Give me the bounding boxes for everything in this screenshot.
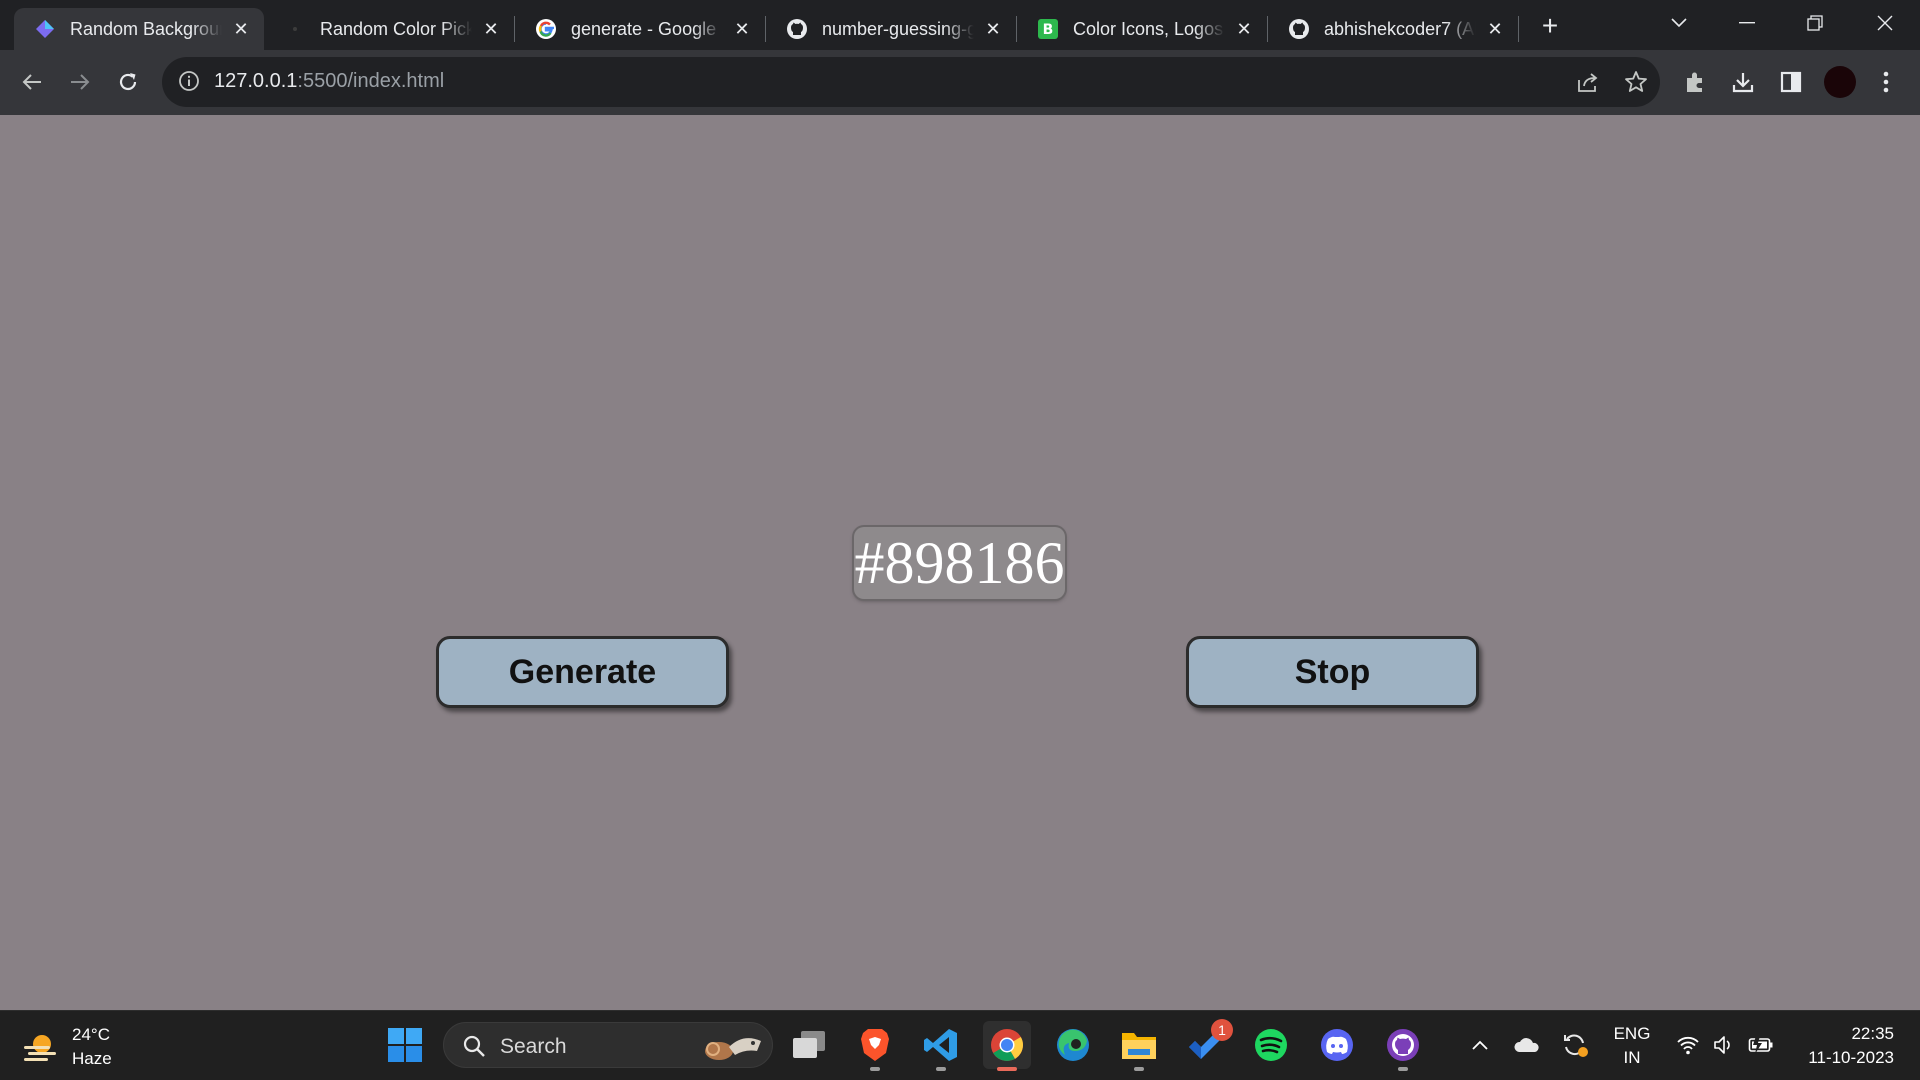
tab-number-guessing[interactable]: number-guessing-game ✕ bbox=[766, 8, 1016, 50]
weather-desc: Haze bbox=[72, 1049, 112, 1068]
stop-button[interactable]: Stop bbox=[1186, 636, 1479, 708]
tab-random-color-picker[interactable]: Random Color Picker ✕ bbox=[264, 8, 514, 50]
bookmark-star-icon[interactable] bbox=[1618, 64, 1654, 100]
discord-icon[interactable] bbox=[1313, 1021, 1361, 1069]
running-indicator bbox=[870, 1067, 880, 1071]
diamond-icon bbox=[34, 18, 56, 40]
blank-icon bbox=[284, 18, 306, 40]
todo-icon[interactable]: 1 bbox=[1181, 1019, 1233, 1069]
tab-title: Random Background bbox=[70, 18, 222, 39]
task-view-icon[interactable] bbox=[785, 1021, 833, 1069]
tab-random-background[interactable]: Random Background ✕ bbox=[14, 8, 264, 50]
tab-color-icons[interactable]: B Color Icons, Logos ✕ bbox=[1017, 8, 1267, 50]
vscode-icon[interactable] bbox=[917, 1021, 965, 1071]
tab-title: Color Icons, Logos bbox=[1073, 18, 1224, 39]
side-panel-icon[interactable] bbox=[1773, 64, 1809, 100]
google-icon bbox=[535, 18, 557, 40]
share-icon[interactable] bbox=[1570, 64, 1606, 100]
new-tab-button[interactable]: + bbox=[1534, 10, 1566, 42]
running-indicator bbox=[1134, 1067, 1144, 1071]
sync-icon[interactable] bbox=[1560, 1021, 1590, 1069]
clock-date: 11-10-2023 bbox=[1808, 1048, 1894, 1067]
haze-sun-icon bbox=[24, 1035, 56, 1061]
back-button[interactable] bbox=[14, 64, 50, 100]
tab-search-button[interactable] bbox=[1654, 6, 1704, 40]
fossil-highlight-icon bbox=[705, 1038, 761, 1060]
clock-time: 22:35 bbox=[1851, 1024, 1894, 1043]
menu-kebab-icon[interactable] bbox=[1868, 64, 1904, 100]
search-label: Search bbox=[500, 1035, 567, 1058]
minimize-button[interactable] bbox=[1722, 6, 1772, 40]
tab-google-search[interactable]: generate - Google Search ✕ bbox=[515, 8, 765, 50]
generate-button[interactable]: Generate bbox=[436, 636, 729, 708]
weather-widget[interactable]: 24°C Haze bbox=[22, 1023, 112, 1071]
url-path: :5500/index.html bbox=[297, 70, 445, 92]
tab-strip: Random Background ✕ Random Color Picker … bbox=[0, 0, 1920, 50]
extensions-icon[interactable] bbox=[1677, 64, 1713, 100]
running-indicator bbox=[997, 1067, 1017, 1071]
close-icon[interactable]: ✕ bbox=[982, 18, 1004, 40]
spotify-icon[interactable] bbox=[1247, 1021, 1295, 1069]
hex-color-display: #898186 bbox=[854, 527, 1065, 599]
restore-button[interactable] bbox=[1790, 6, 1840, 40]
lang-line1: ENG bbox=[1613, 1024, 1651, 1043]
tab-abhishekcoder7[interactable]: abhishekcoder7 (Abhishek) ✕ bbox=[1268, 8, 1518, 50]
url-host: 127.0.0.1 bbox=[214, 70, 298, 92]
file-explorer-icon[interactable] bbox=[1115, 1021, 1163, 1071]
avatar[interactable] bbox=[1824, 66, 1856, 98]
tab-separator bbox=[1518, 16, 1519, 42]
chevron-down-icon bbox=[1671, 18, 1687, 28]
svg-text:B: B bbox=[1043, 22, 1054, 38]
close-icon[interactable]: ✕ bbox=[480, 18, 502, 40]
chevron-up-icon[interactable] bbox=[1466, 1021, 1494, 1069]
github-desktop-icon[interactable] bbox=[1379, 1021, 1427, 1071]
tab-title: generate - Google Search bbox=[571, 18, 723, 39]
close-icon bbox=[1877, 15, 1893, 31]
info-icon bbox=[179, 71, 199, 91]
address-bar[interactable]: 127.0.0.1:5500/index.html bbox=[162, 57, 1660, 107]
forward-button[interactable] bbox=[62, 64, 98, 100]
brave-icon[interactable] bbox=[851, 1021, 899, 1071]
minimize-icon bbox=[1739, 22, 1755, 24]
tab-title: abhishekcoder7 (Abhishek) bbox=[1324, 18, 1476, 39]
weather-temp: 24°C bbox=[72, 1025, 110, 1044]
github-icon bbox=[1288, 18, 1310, 40]
arrow-right-icon bbox=[71, 74, 90, 90]
wifi-icon[interactable] bbox=[1674, 1021, 1702, 1069]
reload-icon bbox=[119, 73, 137, 91]
url-text: 127.0.0.1:5500/index.html bbox=[214, 70, 444, 93]
tab-title: Random Color Picker bbox=[320, 18, 472, 39]
github-icon bbox=[786, 18, 808, 40]
close-icon[interactable]: ✕ bbox=[731, 18, 753, 40]
battery-charging-icon[interactable] bbox=[1746, 1021, 1776, 1069]
windows-taskbar: 24°C Haze Search 1 ENG IN 22:35 11-10-20… bbox=[0, 1010, 1920, 1080]
notification-badge: 1 bbox=[1211, 1019, 1233, 1041]
lang-line2: IN bbox=[1623, 1048, 1641, 1067]
arrow-left-icon bbox=[22, 74, 41, 90]
onedrive-cloud-icon[interactable] bbox=[1512, 1021, 1542, 1069]
taskbar-search[interactable]: Search bbox=[443, 1022, 773, 1068]
system-clock[interactable]: 22:35 11-10-2023 bbox=[1790, 1022, 1894, 1070]
green-b-icon: B bbox=[1037, 18, 1059, 40]
running-indicator bbox=[1398, 1067, 1408, 1071]
reload-button[interactable] bbox=[110, 64, 146, 100]
close-window-button[interactable] bbox=[1860, 6, 1910, 40]
close-icon[interactable]: ✕ bbox=[1484, 18, 1506, 40]
edge-icon[interactable] bbox=[1049, 1021, 1097, 1069]
restore-icon bbox=[1807, 15, 1823, 31]
search-icon bbox=[463, 1035, 485, 1057]
page-viewport: #898186 Generate Stop bbox=[0, 115, 1920, 1010]
download-icon[interactable] bbox=[1725, 64, 1761, 100]
tab-title: number-guessing-game bbox=[822, 18, 974, 39]
close-icon[interactable]: ✕ bbox=[230, 18, 252, 40]
close-icon[interactable]: ✕ bbox=[1233, 18, 1255, 40]
windows-start-icon[interactable] bbox=[381, 1021, 429, 1069]
language-indicator[interactable]: ENG IN bbox=[1612, 1022, 1652, 1070]
chrome-icon[interactable] bbox=[983, 1021, 1031, 1071]
browser-toolbar: 127.0.0.1:5500/index.html bbox=[0, 50, 1920, 115]
volume-icon[interactable] bbox=[1710, 1021, 1738, 1069]
running-indicator bbox=[936, 1067, 946, 1071]
